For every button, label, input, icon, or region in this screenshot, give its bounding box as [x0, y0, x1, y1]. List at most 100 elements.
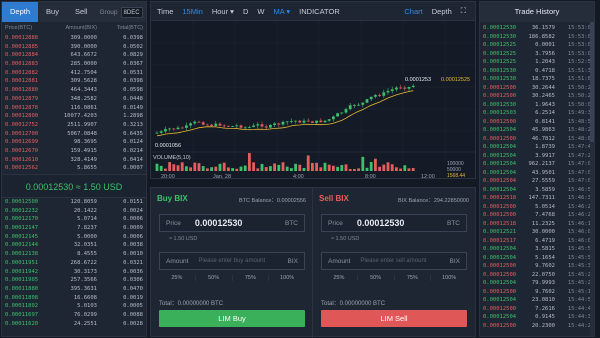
bid-row[interactable]: 0.00012144 32.0351 0.0038 [2, 241, 146, 250]
tab-sell[interactable]: Sell [67, 2, 96, 22]
sell-amount-field[interactable]: Amount Please enter sell amount BIX [321, 252, 467, 270]
trade-row[interactable]: 0.00012504 1.8739 15:47:4 [480, 143, 594, 152]
trade-row[interactable]: 0.00012500 22.0750 15:45:2 [480, 271, 594, 280]
trade-row[interactable]: 0.00012504 23.0810 15:44:5 [480, 296, 594, 305]
bid-row[interactable]: 0.00012147 7.8237 0.0009 [2, 224, 146, 233]
ask-row[interactable]: 0.00012700 5067.0848 0.6435 [2, 130, 146, 139]
sell-pct-75[interactable]: 75% [395, 275, 432, 281]
buy-pct-50[interactable]: 50% [196, 275, 233, 281]
ask-row[interactable]: 0.00012882 412.7504 0.0531 [2, 69, 146, 78]
group-select[interactable]: 8DEC [120, 6, 143, 18]
buy-pct-100[interactable]: 100% [269, 275, 305, 281]
time-button[interactable]: Time [157, 7, 173, 16]
trade-row[interactable]: 0.00012525 3.7956 15:53:0 [480, 50, 594, 59]
sell-pct-100[interactable]: 100% [431, 275, 467, 281]
ask-row[interactable]: 0.00012885 390.0000 0.0502 [2, 43, 146, 52]
trade-row[interactable]: 0.00012500 20.2300 15:44:2 [480, 322, 594, 331]
buy-pct-75[interactable]: 75% [233, 275, 270, 281]
ask-row[interactable]: 0.00012562 5.8655 0.0007 [2, 164, 146, 173]
trade-row[interactable]: 0.00012518 147.7311 15:46:3 [480, 194, 594, 203]
trade-row[interactable]: 0.00012530 18.7375 15:51:0 [480, 75, 594, 84]
tab-buy[interactable]: Buy [38, 2, 67, 22]
trade-row[interactable]: 0.00012504 0.9145 15:44:3 [480, 313, 594, 322]
bid-row[interactable]: 0.00011905 257.3566 0.0306 [2, 276, 146, 285]
ma-select[interactable]: MA ▾ [273, 7, 290, 16]
depth-view-button[interactable]: Depth [432, 7, 452, 16]
sell-pct-25[interactable]: 25% [321, 275, 358, 281]
trade-row[interactable]: 0.00012500 30.2644 15:50:2 [480, 84, 594, 93]
ask-row[interactable]: 0.00012880 464.3443 0.0598 [2, 86, 146, 95]
buy-price-field[interactable]: Price 0.00012530 BTC [159, 214, 305, 232]
trade-row[interactable]: 0.00012517 6.4719 15:46:0 [480, 237, 594, 246]
history-scrollbar[interactable] [590, 22, 594, 336]
bid-row[interactable]: 0.00012138 8.4555 0.0010 [2, 250, 146, 259]
chart-view-button[interactable]: Chart [404, 7, 422, 16]
week-button[interactable]: W [257, 7, 264, 16]
trade-row[interactable]: 0.00012530 0.4718 15:51:3 [480, 67, 594, 76]
ask-row[interactable]: 0.00012879 348.2582 0.0448 [2, 95, 146, 104]
buy-pct-25[interactable]: 25% [159, 275, 196, 281]
trade-row[interactable]: 0.00012504 5.1654 15:45:5 [480, 254, 594, 263]
bid-row[interactable]: 0.00011697 76.0299 0.0088 [2, 311, 146, 320]
trade-row[interactable]: 0.00012525 0.0001 15:53:0 [480, 41, 594, 50]
trade-row[interactable]: 0.00012504 79.9993 15:45:2 [480, 279, 594, 288]
ask-row[interactable]: 0.00012878 116.0861 0.0149 [2, 104, 146, 113]
hour-select[interactable]: Hour ▾ [212, 7, 234, 16]
volume-bar [159, 165, 163, 171]
ask-row[interactable]: 0.00012670 159.4915 0.0214 [2, 147, 146, 156]
trade-row[interactable]: 0.00012500 9.7602 15:45:3 [480, 262, 594, 271]
scrollbar-thumb[interactable] [590, 22, 594, 142]
ask-row[interactable]: 0.00012699 98.3695 0.0124 [2, 138, 146, 147]
bid-row[interactable]: 0.00012170 5.0714 0.0006 [2, 215, 146, 224]
trade-row[interactable]: 0.00012521 30.0000 15:46:0 [480, 228, 594, 237]
trade-row[interactable]: 0.00012500 30.2465 15:50:2 [480, 92, 594, 101]
trade-row[interactable]: 0.00012500 0.8141 15:48:5 [480, 118, 594, 127]
tab-depth[interactable]: Depth [2, 2, 39, 22]
bid-row[interactable]: 0.00011802 5.0103 0.0005 [2, 302, 146, 311]
trade-row[interactable]: 0.00012500 5.0514 15:46:2 [480, 203, 594, 212]
trade-row[interactable]: 0.00012504 3.5859 15:46:5 [480, 186, 594, 195]
trade-row[interactable]: 0.00012503 6.2514 15:49:3 [480, 109, 594, 118]
lim-buy-button[interactable]: LIM Buy [159, 310, 305, 327]
bid-row[interactable]: 0.00011808 16.6608 0.0019 [2, 294, 146, 303]
ask-row[interactable]: 0.00012610 328.4149 0.0414 [2, 156, 146, 165]
bid-row[interactable]: 0.00011880 395.3631 0.0470 [2, 285, 146, 294]
candlestick-chart[interactable]: 0.0001253 0.00012525 0.0001056 VOLUME(5,10)… [150, 21, 476, 179]
trade-row[interactable]: 0.00012500 7.4768 15:46:2 [480, 211, 594, 220]
buy-amount-field[interactable]: Amount Please enter buy amount BIX [159, 252, 305, 270]
ask-row[interactable]: 0.00012800 10077.4203 1.2898 [2, 112, 146, 121]
trade-row[interactable]: 0.00012500 7.2616 15:44:4 [480, 305, 594, 314]
trade-row[interactable]: 0.00012500 9.7602 15:45:1 [480, 288, 594, 297]
lim-sell-button[interactable]: LIM Sell [321, 310, 467, 327]
ask-row[interactable]: 0.00012884 643.6672 0.0829 [2, 51, 146, 60]
trade-row[interactable]: 0.00012504 43.9501 15:47:0 [480, 169, 594, 178]
sell-pct-50[interactable]: 50% [358, 275, 395, 281]
ask-row[interactable]: 0.00012883 285.0000 0.0367 [2, 60, 146, 69]
interval-select[interactable]: 15Min [182, 7, 202, 16]
bid-row[interactable]: 0.00012145 5.0000 0.0006 [2, 233, 146, 242]
bid-row[interactable]: 0.00012500 120.8059 0.0151 [2, 198, 146, 207]
trade-row[interactable]: 0.00012504 3.9917 15:47:2 [480, 152, 594, 161]
ask-row[interactable]: 0.00012752 2511.9907 0.3213 [2, 121, 146, 130]
indicator-button[interactable]: INDICATOR [299, 7, 340, 16]
candle-body [382, 92, 386, 96]
trade-row[interactable]: 0.00012530 36.1579 15:53:0 [480, 24, 594, 33]
bid-row[interactable]: 0.00011951 268.6722 0.0321 [2, 259, 146, 268]
bid-row[interactable]: 0.00012232 20.1422 0.0024 [2, 207, 146, 216]
trade-row[interactable]: 0.00012500 46.7812 15:48:0 [480, 135, 594, 144]
day-button[interactable]: D [243, 7, 248, 16]
trade-row[interactable]: 0.00012504 3.5815 15:45:5 [480, 245, 594, 254]
ask-row[interactable]: 0.00012881 309.5628 0.0398 [2, 77, 146, 86]
bid-row[interactable]: 0.00011942 30.3173 0.0036 [2, 268, 146, 277]
trade-row[interactable]: 0.00012530 186.8582 15:53:0 [480, 33, 594, 42]
ask-row[interactable]: 0.00012888 309.0000 0.0398 [2, 34, 146, 43]
trade-row[interactable]: 0.00012525 1.2043 15:52:5 [480, 58, 594, 67]
bid-row[interactable]: 0.00011620 24.2551 0.0028 [2, 320, 146, 329]
trade-row[interactable]: 0.00012518 11.2325 15:46:1 [480, 220, 594, 229]
trade-row[interactable]: 0.00012504 962.2137 15:47:0 [480, 160, 594, 169]
trade-row[interactable]: 0.00012504 45.9863 15:48:2 [480, 126, 594, 135]
sell-price-field[interactable]: Price 0.00012530 BTC [321, 214, 467, 232]
trade-row[interactable]: 0.00012504 27.5559 15:47:0 [480, 177, 594, 186]
expand-icon[interactable]: ⛶ [461, 6, 466, 16]
trade-row[interactable]: 0.00012530 1.9643 15:50:0 [480, 101, 594, 110]
